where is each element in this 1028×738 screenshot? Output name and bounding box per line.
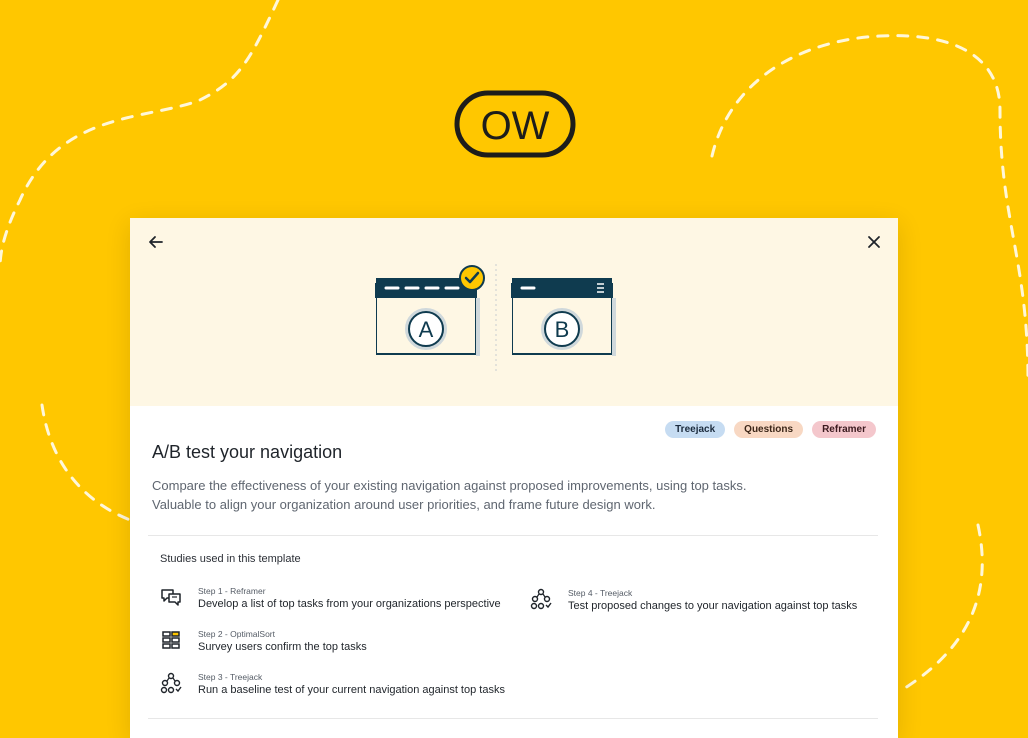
close-icon[interactable] xyxy=(864,232,884,252)
step-description: Test proposed changes to your navigation… xyxy=(568,600,858,612)
treejack-icon xyxy=(530,588,552,610)
step-description: Develop a list of top tasks from your or… xyxy=(198,598,501,610)
studies-heading: Studies used in this template xyxy=(160,553,301,565)
step-subtitle: Step 3 - Treejack xyxy=(198,672,263,682)
study-tags: Treejack Questions Reframer xyxy=(665,421,876,438)
hero-banner: A B xyxy=(130,218,898,406)
tag-questions: Questions xyxy=(734,421,804,438)
tag-reframer: Reframer xyxy=(812,421,876,438)
arrow-left-icon[interactable] xyxy=(146,232,166,252)
template-description: Compare the effectiveness of your existi… xyxy=(152,476,852,514)
tag-treejack: Treejack xyxy=(665,421,726,438)
description-line-1: Compare the effectiveness of your existi… xyxy=(152,478,747,493)
logo-text: OW xyxy=(481,104,550,148)
divider xyxy=(148,535,878,536)
ab-illustration: A B xyxy=(373,264,616,374)
step-subtitle: Step 1 - Reframer xyxy=(198,586,266,596)
variant-a-label: A xyxy=(419,317,434,342)
treejack-icon xyxy=(160,672,182,694)
variant-b-window: B xyxy=(509,278,616,356)
template-modal: A B Treejack Questions Reframer A/B test… xyxy=(130,218,898,738)
step-description: Run a baseline test of your current navi… xyxy=(198,684,505,696)
reframer-icon xyxy=(161,589,181,606)
ow-logo: OW xyxy=(454,90,576,158)
optimalsort-icon xyxy=(162,631,180,649)
variant-b-label: B xyxy=(555,317,570,342)
step-description: Survey users confirm the top tasks xyxy=(198,641,367,653)
step-subtitle: Step 4 - Treejack xyxy=(568,588,633,598)
variant-a-window: A xyxy=(373,265,485,356)
step-subtitle: Step 2 - OptimalSort xyxy=(198,629,276,639)
divider xyxy=(148,718,878,719)
description-line-2: Valuable to align your organization arou… xyxy=(152,497,656,512)
template-title: A/B test your navigation xyxy=(152,442,343,462)
